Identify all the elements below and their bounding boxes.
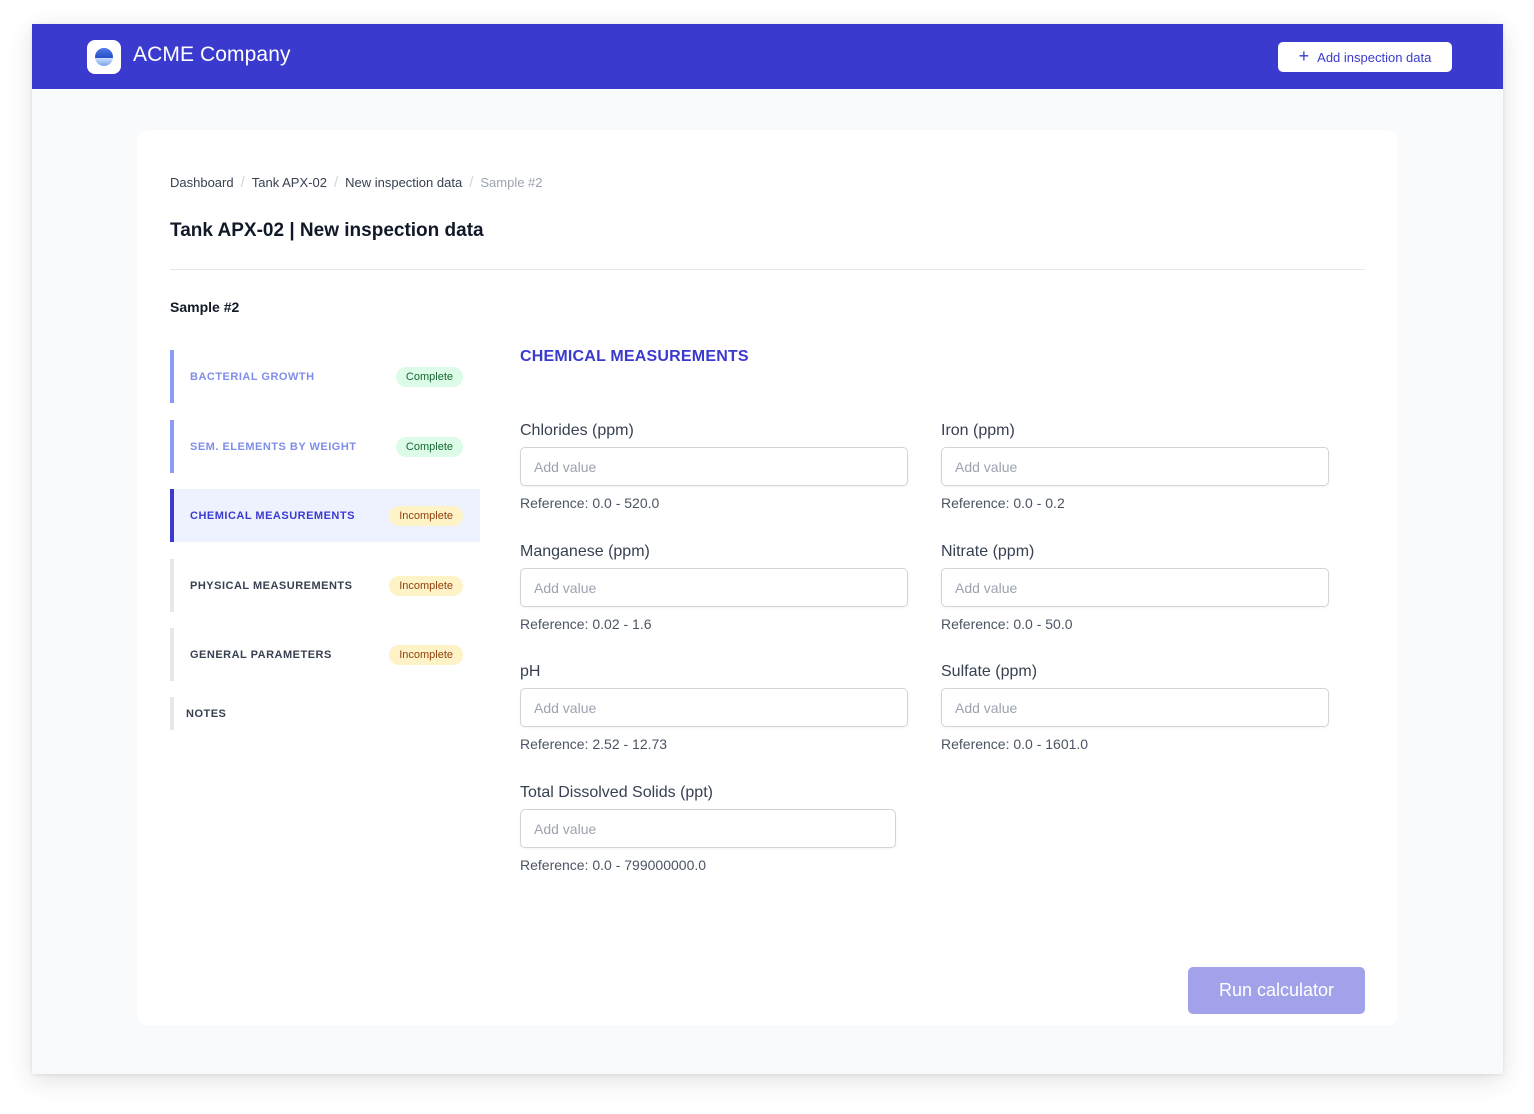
status-badge: Incomplete (389, 575, 463, 596)
field-total-dissolved-solids: Total Dissolved Solids (ppt) Reference: … (520, 784, 908, 873)
step-physical-measurements[interactable]: PHYSICAL MEASUREMENTS Incomplete (170, 559, 480, 612)
divider (170, 269, 1365, 270)
step-general-parameters[interactable]: GENERAL PARAMETERS Incomplete (170, 628, 480, 681)
reference-text: Reference: 0.0 - 1601.0 (941, 736, 1089, 752)
status-badge: Complete (395, 366, 463, 387)
add-inspection-data-button[interactable]: + Add inspection data (1278, 42, 1452, 72)
step-label: PHYSICAL MEASUREMENTS (190, 579, 353, 592)
status-badge: Complete (395, 436, 463, 457)
field-label: Iron (ppm) (941, 422, 1015, 439)
breadcrumb-item-current: Sample #2 (480, 175, 543, 190)
field-manganese: Manganese (ppm) Reference: 0.02 - 1.6 (520, 543, 908, 632)
breadcrumb-separator: / (240, 174, 245, 191)
section-title: CHEMICAL MEASUREMENTS (520, 348, 749, 365)
field-nitrate: Nitrate (ppm) Reference: 0.0 - 50.0 (941, 543, 1329, 632)
breadcrumb-item-new-inspection[interactable]: New inspection data (345, 175, 462, 190)
breadcrumb-separator: / (333, 174, 339, 191)
main-card: Dashboard / Tank APX-02 / New inspection… (137, 130, 1398, 1025)
step-notes[interactable]: NOTES (170, 697, 480, 730)
step-label: BACTERIAL GROWTH (190, 370, 315, 383)
logo-icon[interactable] (87, 40, 121, 74)
sulfate-input[interactable] (941, 688, 1329, 727)
app-window: ACME Company + Add inspection data Dashb… (32, 24, 1503, 1074)
field-label: Manganese (ppm) (520, 543, 650, 560)
iron-input[interactable] (941, 447, 1329, 486)
status-badge: Incomplete (389, 505, 463, 526)
field-chlorides: Chlorides (ppm) Reference: 0.0 - 520.0 (520, 422, 908, 511)
step-label: CHEMICAL MEASUREMENTS (190, 509, 355, 522)
reference-text: Reference: 2.52 - 12.73 (520, 736, 668, 752)
plus-icon: + (1298, 46, 1310, 66)
reference-text: Reference: 0.0 - 799000000.0 (520, 857, 707, 873)
breadcrumb-item-tank[interactable]: Tank APX-02 (252, 175, 327, 190)
top-bar: ACME Company + Add inspection data (32, 24, 1503, 89)
reference-text: Reference: 0.0 - 0.2 (941, 495, 1065, 511)
breadcrumb-item-dashboard[interactable]: Dashboard (170, 175, 234, 190)
field-sulfate: Sulfate (ppm) Reference: 0.0 - 1601.0 (941, 663, 1329, 752)
ph-input[interactable] (520, 688, 908, 727)
tds-input[interactable] (520, 809, 896, 848)
field-label: pH (520, 663, 541, 680)
breadcrumb-separator: / (469, 174, 474, 191)
field-ph: pH Reference: 2.52 - 12.73 (520, 663, 908, 752)
brand-name: ACME Company (133, 43, 291, 66)
step-sem-elements[interactable]: SEM. ELEMENTS BY WEIGHT Complete (170, 420, 480, 473)
step-label: NOTES (186, 707, 227, 720)
step-chemical-measurements[interactable]: CHEMICAL MEASUREMENTS Incomplete (170, 489, 480, 542)
manganese-input[interactable] (520, 568, 908, 607)
run-calculator-button[interactable]: Run calculator (1188, 967, 1365, 1014)
step-label: GENERAL PARAMETERS (190, 648, 332, 661)
status-badge: Incomplete (389, 644, 463, 665)
add-inspection-data-label: Add inspection data (1317, 49, 1432, 65)
step-bacterial-growth[interactable]: BACTERIAL GROWTH Complete (170, 350, 480, 403)
page-title: Tank APX-02 | New inspection data (170, 220, 484, 241)
field-label: Nitrate (ppm) (941, 543, 1035, 560)
sample-title: Sample #2 (170, 299, 240, 315)
step-label: SEM. ELEMENTS BY WEIGHT (190, 440, 357, 453)
breadcrumb: Dashboard / Tank APX-02 / New inspection… (170, 174, 543, 191)
chlorides-input[interactable] (520, 447, 908, 486)
field-iron: Iron (ppm) Reference: 0.0 - 0.2 (941, 422, 1329, 511)
reference-text: Reference: 0.0 - 50.0 (941, 616, 1073, 632)
reference-text: Reference: 0.0 - 520.0 (520, 495, 660, 511)
nitrate-input[interactable] (941, 568, 1329, 607)
field-label: Total Dissolved Solids (ppt) (520, 784, 713, 801)
field-label: Sulfate (ppm) (941, 663, 1038, 680)
reference-text: Reference: 0.02 - 1.6 (520, 616, 652, 632)
field-label: Chlorides (ppm) (520, 422, 634, 439)
